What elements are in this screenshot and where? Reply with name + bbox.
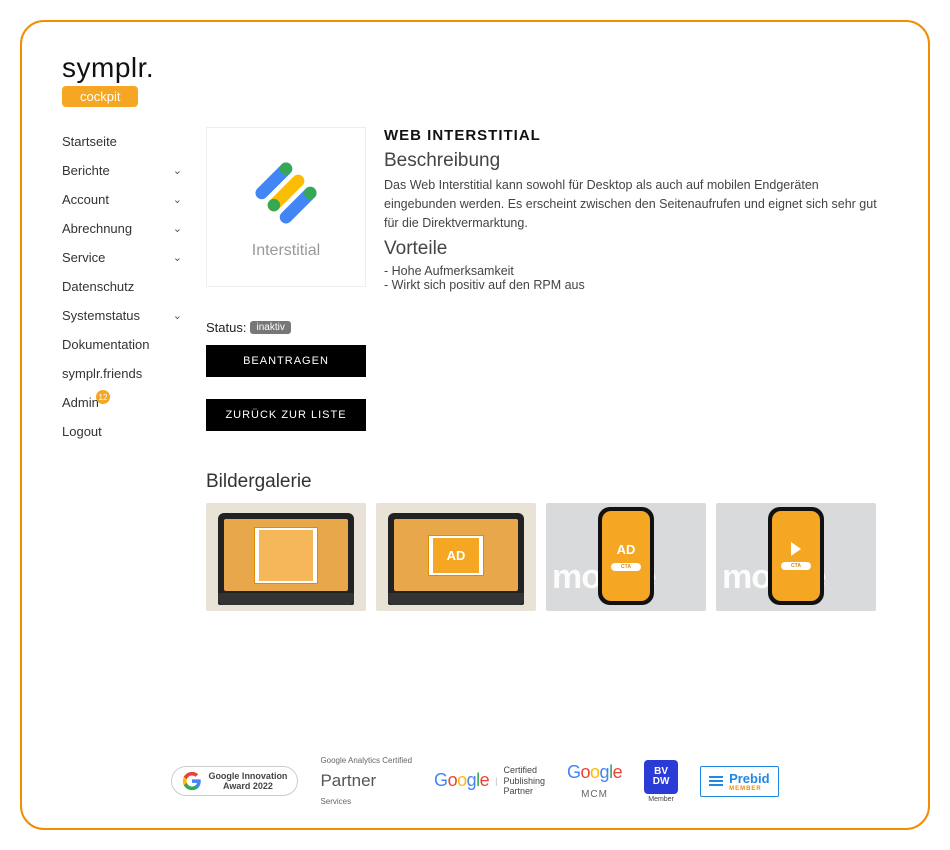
badge-text: Partner <box>503 786 545 797</box>
badge-text: Publishing <box>503 776 545 787</box>
sidebar-item-label: Startseite <box>62 134 117 149</box>
gallery: AD AD mobile AD CTA mobile <box>206 503 888 611</box>
badge-text: Google Analytics Certified <box>320 756 412 765</box>
badge-text: Member <box>648 796 674 803</box>
benefit-item: - Hohe Aufmerksamkeit <box>384 264 888 278</box>
sidebar-item-label: symplr.friends <box>62 366 142 381</box>
sidebar-item-label: Service <box>62 250 105 265</box>
sidebar-item-label: Dokumentation <box>62 337 149 352</box>
gallery-item[interactable]: mobile CTA <box>716 503 876 611</box>
chevron-down-icon: ⌄ <box>173 222 182 235</box>
back-to-list-button[interactable]: ZURÜCK ZUR LISTE <box>206 399 366 431</box>
badge-text: Google Innovation <box>208 771 287 781</box>
brand: symplr. cockpit <box>62 52 888 107</box>
benefit-item: - Wirkt sich positiv auf den RPM aus <box>384 278 888 292</box>
gallery-item[interactable]: mobile AD CTA <box>546 503 706 611</box>
bvdw-icon: BVDW <box>644 760 678 794</box>
brand-sub: cockpit <box>62 86 138 107</box>
badge-google-innovation: Google Innovation Award 2022 <box>171 766 298 796</box>
badge-prebid: Prebid MEMBER <box>700 766 778 797</box>
sidebar-item-label: Abrechnung <box>62 221 132 236</box>
sidebar-item-startseite[interactable]: Startseite <box>62 127 182 156</box>
sidebar: Startseite Berichte ⌄ Account ⌄ Abrechnu… <box>62 127 182 611</box>
sidebar-item-symplr-friends[interactable]: symplr.friends <box>62 359 182 388</box>
badge-google-mcm: Google MCM <box>567 762 622 800</box>
badge-analytics-partner: Google Analytics Certified Partner Servi… <box>320 756 412 806</box>
badge-text: MEMBER <box>729 786 769 792</box>
interstitial-icon <box>247 154 325 232</box>
app-card: symplr. cockpit Startseite Berichte ⌄ Ac… <box>20 20 930 830</box>
page-title: WEB INTERSTITIAL <box>384 127 888 144</box>
ad-label: AD <box>433 538 480 573</box>
google-logo-text: Google <box>434 770 489 791</box>
main-content: Interstitial WEB INTERSTITIAL Beschreibu… <box>206 127 888 611</box>
cta-pill: CTA <box>781 562 811 570</box>
sidebar-item-label: Logout <box>62 424 102 439</box>
badge-text: Prebid <box>729 771 769 786</box>
cta-pill: CTA <box>611 563 641 571</box>
status-row: Status: inaktiv <box>206 320 888 335</box>
gallery-item[interactable]: AD <box>376 503 536 611</box>
product-tile: Interstitial <box>206 127 366 287</box>
chevron-down-icon: ⌄ <box>173 309 182 322</box>
badge-text: Services <box>320 797 351 806</box>
sidebar-item-berichte[interactable]: Berichte ⌄ <box>62 156 182 185</box>
play-icon <box>791 542 801 556</box>
google-g-icon <box>182 771 202 791</box>
chevron-down-icon: ⌄ <box>173 193 182 206</box>
sidebar-item-service[interactable]: Service ⌄ <box>62 243 182 272</box>
sidebar-item-dokumentation[interactable]: Dokumentation <box>62 330 182 359</box>
chevron-down-icon: ⌄ <box>173 164 182 177</box>
badge-text: Certified <box>503 765 545 776</box>
description-text: Das Web Interstitial kann sowohl für Des… <box>384 176 888 232</box>
badge-publishing-partner: Google | Certified Publishing Partner <box>434 765 545 797</box>
sidebar-item-label: Datenschutz <box>62 279 134 294</box>
footer-badges: Google Innovation Award 2022 Google Anal… <box>62 756 888 806</box>
sidebar-item-label: Account <box>62 192 109 207</box>
status-badge: inaktiv <box>250 321 290 334</box>
sidebar-item-logout[interactable]: Logout <box>62 417 182 446</box>
brand-name: symplr. <box>62 52 888 84</box>
notification-badge: 12 <box>96 390 110 404</box>
chevron-down-icon: ⌄ <box>173 251 182 264</box>
tile-label: Interstitial <box>252 242 320 260</box>
badge-text: Award 2022 <box>208 781 287 791</box>
sidebar-item-label: Systemstatus <box>62 308 140 323</box>
request-button[interactable]: BEANTRAGEN <box>206 345 366 377</box>
prebid-bars-icon <box>709 776 723 786</box>
benefits-heading: Vorteile <box>384 238 888 260</box>
sidebar-item-label: Berichte <box>62 163 110 178</box>
badge-text: MCM <box>581 789 608 800</box>
status-label: Status: <box>206 320 246 335</box>
sidebar-item-datenschutz[interactable]: Datenschutz <box>62 272 182 301</box>
google-logo-text: Google <box>567 762 622 783</box>
sidebar-item-systemstatus[interactable]: Systemstatus ⌄ <box>62 301 182 330</box>
description-heading: Beschreibung <box>384 150 888 172</box>
gallery-title: Bildergalerie <box>206 471 888 493</box>
gallery-item[interactable]: AD <box>206 503 366 611</box>
badge-text: Partner <box>320 771 376 791</box>
sidebar-item-abrechnung[interactable]: Abrechnung ⌄ <box>62 214 182 243</box>
sidebar-item-admin[interactable]: Admin 12 <box>62 388 182 417</box>
badge-bvdw: BVDW Member <box>644 760 678 803</box>
sidebar-item-account[interactable]: Account ⌄ <box>62 185 182 214</box>
sidebar-item-label: Admin <box>62 395 99 410</box>
ad-label: AD <box>617 542 636 557</box>
